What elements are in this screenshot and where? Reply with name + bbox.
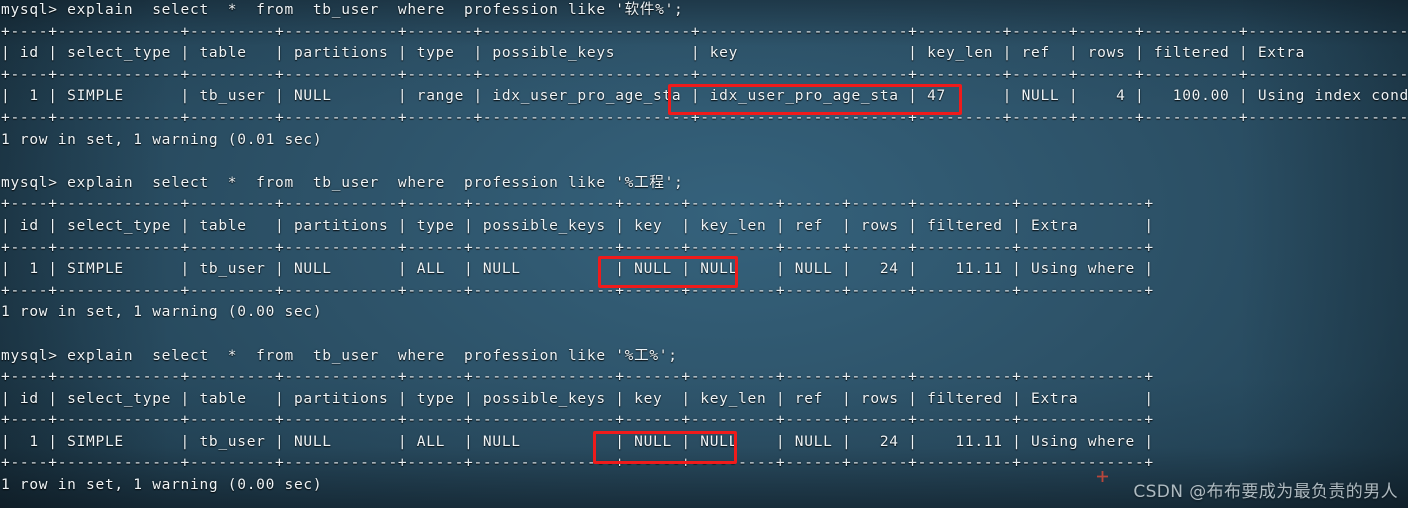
status-line-2: 1 row in set, 1 warning (0.00 sec) [1,304,323,321]
watermark-badge-icon [1097,471,1108,482]
command-line-1: mysql> explain select * from tb_user whe… [1,2,684,18]
status-line-1: 1 row in set, 1 warning (0.01 sec) [1,131,323,148]
command-line-3: mysql> explain select * from tb_user whe… [1,347,678,364]
table-sep-top-1: +----+-------------+---------+----------… [1,23,1408,40]
table-sep-mid-1: +----+-------------+---------+----------… [1,66,1408,83]
table-row-2: | 1 | SIMPLE | tb_user | NULL | ALL | NU… [1,261,1154,278]
table-sep-mid-3: +----+-------------+---------+----------… [1,412,1154,429]
table-sep-bot-1: +----+-------------+---------+----------… [1,109,1408,126]
command-line-2: mysql> explain select * from tb_user whe… [1,174,684,191]
terminal-screen: mysql> explain select * from tb_user whe… [0,0,1408,508]
table-sep-top-3: +----+-------------+---------+----------… [1,369,1154,386]
table-row-1: | 1 | SIMPLE | tb_user | NULL | range | … [1,88,1408,105]
table-row-3: | 1 | SIMPLE | tb_user | NULL | ALL | NU… [1,433,1154,450]
terminal-output: mysql> explain select * from tb_user whe… [0,0,1408,497]
table-header-2: | id | select_type | table | partitions … [1,217,1154,234]
table-sep-bot-2: +----+-------------+---------+----------… [1,282,1154,299]
csdn-watermark: CSDN @布布要成为最负责的男人 [1133,482,1398,502]
table-header-3: | id | select_type | table | partitions … [1,390,1154,407]
table-header-1: | id | select_type | table | partitions … [1,45,1408,62]
table-sep-mid-2: +----+-------------+---------+----------… [1,239,1154,256]
table-sep-bot-3: +----+-------------+---------+----------… [1,455,1154,472]
table-sep-top-2: +----+-------------+---------+----------… [1,196,1154,213]
